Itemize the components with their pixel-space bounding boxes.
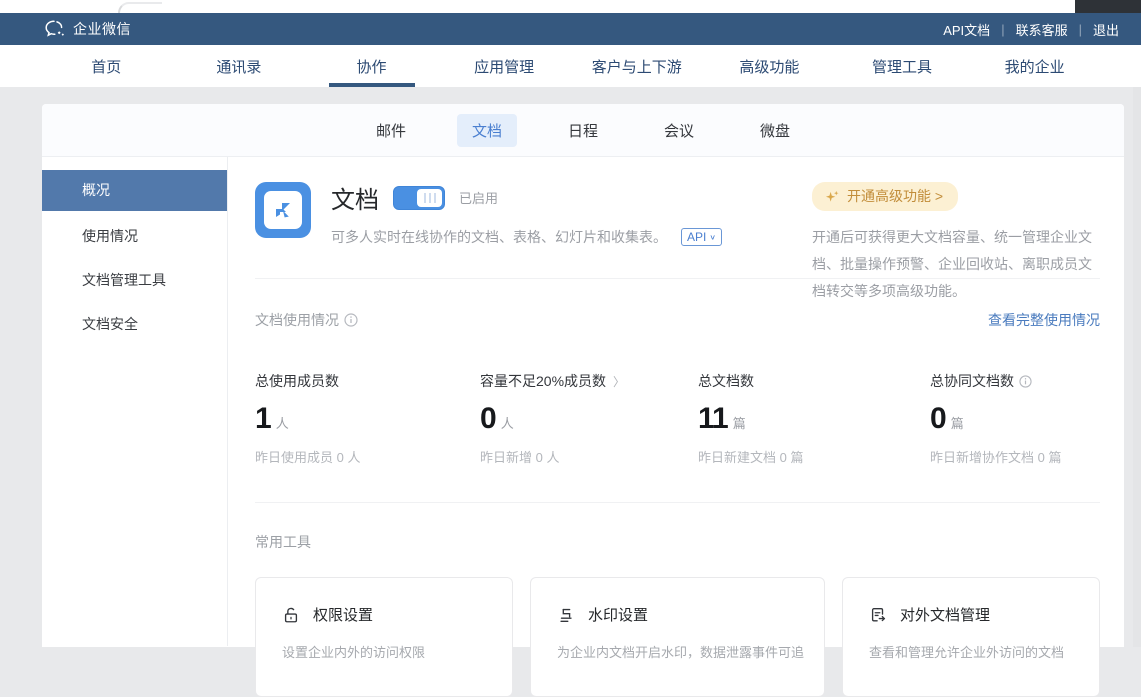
topbar-link-api-docs[interactable]: API文档 [939, 20, 994, 39]
topbar: 企业微信 API文档 | 联系客服 | 退出 [0, 13, 1141, 45]
doc-export-icon [869, 606, 887, 624]
sidebar-item-overview[interactable]: 概况 [42, 170, 227, 211]
nav-item-customers[interactable]: 客户与上下游 [571, 45, 704, 87]
subtab-docs[interactable]: 文档 [457, 114, 517, 147]
app-status-text: 已启用 [459, 188, 498, 207]
scrollbar[interactable] [1133, 87, 1141, 647]
card-title: 对外文档管理 [900, 604, 990, 625]
stat-collab-docs: 总协同文档数 0 篇 昨日新增协作文档 0 篇 [930, 371, 1100, 466]
api-dropdown-button[interactable]: API ∨ [681, 228, 722, 246]
sidebar-item-doc-tools[interactable]: 文档管理工具 [42, 258, 227, 302]
card-description: 设置企业内外的访问权限 [282, 642, 492, 661]
usage-stats-row: 总使用成员数 1 人 昨日使用成员 0 人 容量不足20%成员数 〉 0 [255, 371, 1100, 466]
app-title: 文档 [331, 180, 379, 215]
nav-item-admin-tools[interactable]: 管理工具 [836, 45, 969, 87]
subtab-mail[interactable]: 邮件 [361, 114, 421, 147]
app-description: 可多人实时在线协作的文档、表格、幻灯片和收集表。 [331, 227, 667, 247]
subtab-meeting[interactable]: 会议 [649, 114, 709, 147]
view-full-usage-link[interactable]: 查看完整使用情况 [988, 310, 1100, 330]
browser-chrome-strip [0, 0, 1141, 13]
watermark-icon [557, 606, 575, 624]
card-permission-settings[interactable]: 权限设置 设置企业内外的访问权限 [255, 577, 513, 697]
section-divider [255, 502, 1100, 503]
content-card: 邮件 文档 日程 会议 微盘 概况 使用情况 文档管理工具 文档安全 [42, 104, 1124, 647]
main-panel: 文档 已启用 可多人实时在线协作的文档、表格、幻灯片和收集表。 API ∨ [228, 157, 1124, 646]
app-logo-text: 企业微信 [73, 19, 131, 39]
card-description: 查看和管理允许企业外访问的文档 [869, 642, 1079, 661]
app-title-row: 文档 已启用 [331, 180, 722, 215]
card-watermark-settings[interactable]: 水印设置 为企业内文档开启水印，数据泄露事件可追 [530, 577, 825, 697]
premium-panel: 开通高级功能 > 开通后可获得更大文档容量、统一管理企业文档、批量操作预警、企业… [812, 182, 1100, 305]
stat-label: 总协同文档数 [930, 371, 1100, 391]
browser-tab-corner [118, 2, 162, 13]
enable-toggle[interactable] [393, 186, 445, 210]
nav-item-app-management[interactable]: 应用管理 [438, 45, 571, 87]
app-logo[interactable]: 企业微信 [45, 19, 131, 39]
subtabs: 邮件 文档 日程 会议 微盘 [42, 104, 1124, 157]
sidebar: 概况 使用情况 文档管理工具 文档安全 [42, 157, 228, 646]
card-external-doc-management[interactable]: 对外文档管理 查看和管理允许企业外访问的文档 [842, 577, 1100, 697]
subtab-schedule[interactable]: 日程 [553, 114, 613, 147]
nav-item-contacts[interactable]: 通讯录 [173, 45, 306, 87]
chevron-right-icon: 〉 [613, 373, 625, 390]
stat-low-capacity-members: 容量不足20%成员数 〉 0 人 昨日新增 0 人 [480, 371, 698, 466]
stat-value: 0 篇 [930, 402, 1100, 436]
card-title-row: 权限设置 [282, 604, 492, 625]
topbar-separator: | [1001, 22, 1004, 37]
docs-app-icon [255, 182, 311, 238]
card-title-row: 对外文档管理 [869, 604, 1079, 625]
usage-section-title-wrap: 文档使用情况 [255, 310, 358, 330]
sidebar-item-doc-security[interactable]: 文档安全 [42, 302, 227, 346]
stat-label: 总文档数 [698, 371, 930, 391]
app-description-row: 可多人实时在线协作的文档、表格、幻灯片和收集表。 API ∨ [331, 227, 722, 247]
info-icon[interactable] [1019, 375, 1032, 388]
topbar-link-contact-support[interactable]: 联系客服 [1012, 20, 1072, 39]
card-description: 为企业内文档开启水印，数据泄露事件可追 [557, 642, 804, 661]
card-title: 水印设置 [588, 604, 648, 625]
stat-label[interactable]: 容量不足20%成员数 〉 [480, 371, 698, 391]
wecom-chat-bubble-icon [45, 20, 66, 38]
tools-cards-row: 权限设置 设置企业内外的访问权限 [255, 577, 1100, 697]
nav-item-my-company[interactable]: 我的企业 [968, 45, 1101, 87]
stat-total-docs: 总文档数 11 篇 昨日新建文档 0 篇 [698, 371, 930, 466]
docs-app-icon-inner [264, 191, 302, 229]
stat-value: 11 篇 [698, 402, 930, 436]
stat-value: 1 人 [255, 402, 480, 436]
browser-chrome-dark-block [1075, 0, 1141, 13]
nav-item-advanced-features[interactable]: 高级功能 [703, 45, 836, 87]
primary-nav: 首页 通讯录 协作 应用管理 客户与上下游 高级功能 管理工具 我的企业 [0, 45, 1141, 87]
subtab-drive[interactable]: 微盘 [745, 114, 805, 147]
upgrade-premium-button[interactable]: 开通高级功能 > [812, 182, 958, 211]
upgrade-premium-label: 开通高级功能 > [847, 186, 943, 206]
stat-subtext: 昨日新建文档 0 篇 [698, 447, 930, 466]
stat-subtext: 昨日新增 0 人 [480, 447, 698, 466]
enable-toggle-knob [417, 189, 442, 207]
stat-value: 0 人 [480, 402, 698, 436]
nav-item-home[interactable]: 首页 [40, 45, 173, 87]
stat-total-members: 总使用成员数 1 人 昨日使用成员 0 人 [255, 371, 480, 466]
premium-description: 开通后可获得更大文档容量、统一管理企业文档、批量操作预警、企业回收站、离职成员文… [812, 224, 1100, 305]
tools-section-title: 常用工具 [255, 532, 1100, 552]
lock-icon [282, 606, 300, 624]
chevron-down-icon: ∨ [709, 233, 716, 242]
stat-subtext: 昨日使用成员 0 人 [255, 447, 480, 466]
sparkle-icon [825, 189, 840, 204]
stat-subtext: 昨日新增协作文档 0 篇 [930, 447, 1100, 466]
scroll-gutter [1124, 87, 1141, 647]
app-header-text: 文档 已启用 可多人实时在线协作的文档、表格、幻灯片和收集表。 API ∨ [331, 182, 722, 278]
card-title-row: 水印设置 [557, 604, 804, 625]
card-title: 权限设置 [313, 604, 373, 625]
topbar-link-logout[interactable]: 退出 [1089, 20, 1123, 39]
info-icon[interactable] [344, 313, 358, 327]
topbar-links: API文档 | 联系客服 | 退出 [939, 20, 1123, 39]
topbar-separator: | [1079, 22, 1082, 37]
api-dropdown-label: API [687, 230, 706, 244]
usage-section-title: 文档使用情况 [255, 310, 339, 330]
usage-section-header: 文档使用情况 查看完整使用情况 [255, 310, 1100, 330]
sidebar-item-usage[interactable]: 使用情况 [42, 214, 227, 258]
stat-label: 总使用成员数 [255, 371, 480, 391]
body-row: 概况 使用情况 文档管理工具 文档安全 [42, 157, 1124, 646]
nav-item-collaboration[interactable]: 协作 [305, 45, 438, 87]
